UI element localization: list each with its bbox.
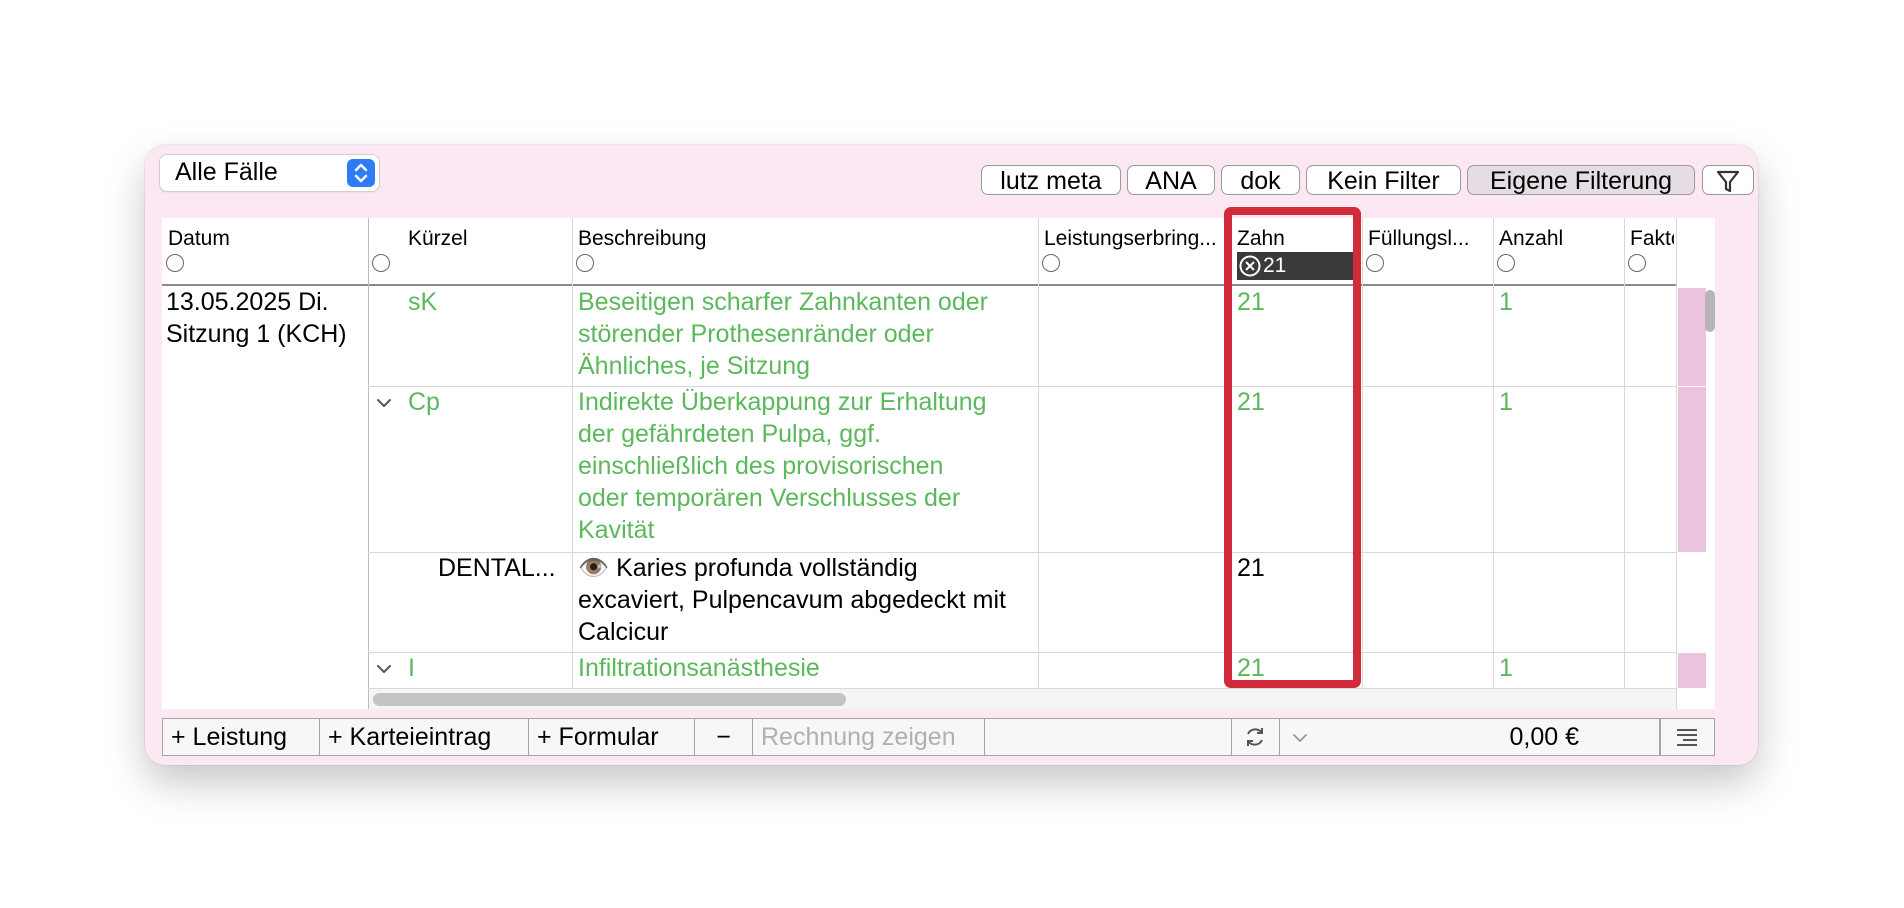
zahn-column-highlight [1224,207,1361,688]
bottom-spacer [985,719,1232,755]
column-header-leistungserbringer[interactable]: Leistungserbring... [1038,218,1231,286]
row-marker [1678,653,1706,688]
filter-button-eigene-filterung[interactable]: Eigene Filterung [1467,165,1695,195]
row-marker [1678,288,1706,386]
add-leistung-button[interactable]: + Leistung [163,719,320,755]
row-beschreibung: 👁️ Karies profunda vollständig excaviert… [578,554,1006,646]
horizontal-scrollbar-track[interactable] [369,689,1676,709]
leistungserbringer-filter-radio[interactable] [1042,254,1060,272]
chevron-down-icon[interactable] [375,662,393,676]
funnel-icon [1716,170,1740,193]
horizontal-scrollbar-thumb[interactable] [373,693,846,706]
add-karteieintrag-button[interactable]: + Karteieintrag [320,719,529,755]
session-label: Sitzung 1 (KCH) [166,320,347,348]
faktor-filter-radio[interactable] [1628,254,1646,272]
column-header-fuellung[interactable]: Füllungsl... [1362,218,1493,286]
row-beschreibung: Indirekte Überkappung zur Erhaltung der … [578,388,987,544]
funnel-filter-button[interactable] [1702,165,1754,195]
row-beschreibung: Beseitigen scharfer Zahnkanten oder stör… [578,288,988,380]
row-anzahl: 1 [1499,288,1513,316]
column-header-datum[interactable]: Datum [162,218,368,286]
row-kuerzel: DENTAL... [438,554,556,582]
column-header-faktor[interactable]: Fakto [1624,218,1676,286]
filter-button-ana[interactable]: ANA [1127,165,1215,195]
remove-button[interactable]: − [695,719,753,755]
refresh-icon [1247,728,1263,746]
bottom-toolbar: + Leistung + Karteieintrag + Formular − … [162,718,1715,756]
dropdown-button[interactable] [1280,719,1320,755]
chevron-down-icon [1293,734,1307,742]
anzahl-filter-radio[interactable] [1497,254,1515,272]
row-anzahl: 1 [1499,654,1513,682]
row-marker [1678,387,1706,552]
services-table: Datum Kürzel Beschreibung Leistungserbri… [162,218,1715,709]
main-window: Alle Fälle lutz meta ANA dok Kein Filter… [145,145,1758,765]
rechnung-zeigen-button[interactable]: Rechnung zeigen [753,719,985,755]
refresh-button[interactable] [1232,719,1280,755]
row-beschreibung: Infiltrationsanästhesie [578,654,820,682]
add-formular-button[interactable]: + Formular [529,719,695,755]
datum-filter-radio[interactable] [166,254,184,272]
total-amount: 0,00 € [1320,719,1660,755]
filter-button-lutz-meta[interactable]: lutz meta [981,165,1121,195]
text-align-icon [1677,729,1697,746]
beschreibung-filter-radio[interactable] [576,254,594,272]
filter-button-kein-filter[interactable]: Kein Filter [1306,165,1461,195]
column-header-anzahl[interactable]: Anzahl [1493,218,1624,286]
row-kuerzel: I [408,654,415,682]
column-header-kuerzel[interactable]: Kürzel [368,218,572,286]
row-kuerzel: sK [408,288,438,316]
chevron-updown-icon [347,159,375,187]
column-header-beschreibung[interactable]: Beschreibung [572,218,1038,286]
case-select[interactable]: Alle Fälle [160,155,379,191]
filter-button-dok[interactable]: dok [1221,165,1300,195]
case-select-label: Alle Fälle [175,158,278,186]
kuerzel-filter-radio[interactable] [372,254,390,272]
details-button[interactable] [1660,719,1714,755]
row-anzahl: 1 [1499,388,1513,416]
session-date: 13.05.2025 Di. [166,288,329,316]
row-kuerzel: Cp [408,388,440,416]
fuellung-filter-radio[interactable] [1366,254,1384,272]
vertical-scrollbar[interactable] [1705,290,1715,332]
chevron-down-icon[interactable] [375,396,393,410]
